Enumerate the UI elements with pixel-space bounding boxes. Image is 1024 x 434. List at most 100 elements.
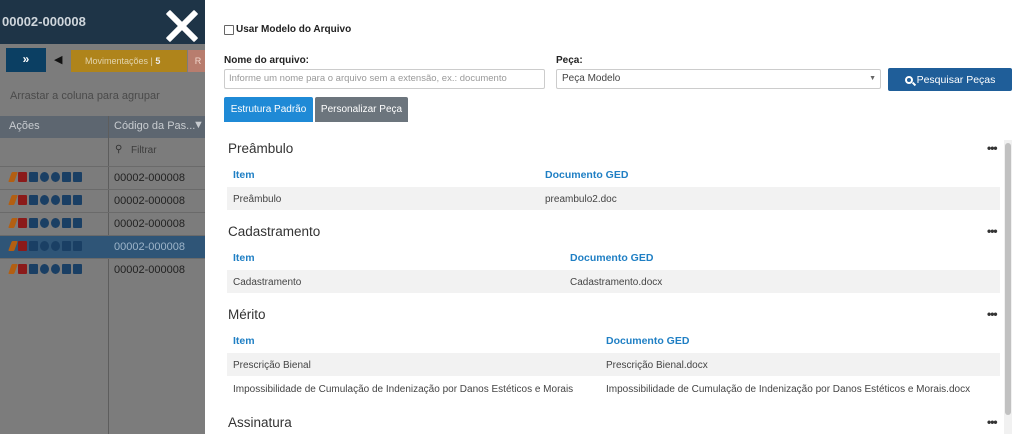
section-title: Assinatura — [228, 415, 292, 430]
file-icon[interactable] — [73, 264, 82, 274]
tab-r[interactable]: R — [188, 50, 205, 72]
clock-icon[interactable] — [51, 241, 60, 251]
calendar-icon[interactable] — [29, 218, 38, 228]
column-item: Item — [233, 335, 255, 347]
item-cell: Cadastramento — [233, 277, 302, 288]
file-icon[interactable] — [73, 172, 82, 182]
collapse-caret-icon[interactable]: ◀ — [54, 53, 62, 66]
doc-cell: Impossibilidade de Cumulação de Indeniza… — [606, 384, 971, 395]
dropdown-arrow-icon: ▼ — [869, 75, 876, 82]
table-row[interactable]: 00002-000008 — [0, 212, 205, 235]
pencil-icon[interactable] — [8, 218, 18, 228]
table-row[interactable]: 00002-000008 — [0, 258, 205, 281]
scrollbar-thumb[interactable] — [1005, 143, 1011, 415]
more-icon[interactable]: ••• — [987, 141, 998, 155]
item-cell: Impossibilidade de Cumulação de Indeniza… — [233, 384, 574, 395]
pencil-icon[interactable] — [8, 264, 18, 274]
calendar-icon[interactable] — [29, 241, 38, 251]
trash-icon[interactable] — [18, 241, 27, 251]
more-icon[interactable]: ••• — [987, 307, 998, 321]
tab-movimentacoes[interactable]: Movimentações | 5 — [71, 50, 187, 72]
user-icon[interactable] — [40, 241, 49, 251]
pencil-icon[interactable] — [8, 241, 18, 251]
cloud-icon[interactable] — [62, 218, 71, 228]
grid-header: Ações Código da Pas... ▼ — [0, 116, 205, 138]
pencil-icon[interactable] — [8, 195, 18, 205]
background-app: 00002-000008 » ◀ Movimentações | 5 R Arr… — [0, 0, 205, 434]
item-cell: Prescrição Bienal — [233, 360, 311, 371]
peca-select-value: Peça Modelo — [562, 73, 621, 84]
column-codigo[interactable]: Código da Pas... — [114, 120, 195, 132]
close-icon[interactable] — [160, 4, 204, 48]
search-icon: ⚲ — [115, 144, 123, 155]
trash-icon[interactable] — [18, 264, 27, 274]
search-pecas-button[interactable]: Pesquisar Peças — [888, 68, 1012, 91]
file-icon[interactable] — [73, 195, 82, 205]
expand-button[interactable]: » — [6, 48, 46, 72]
app-toolbar: » ◀ Movimentações | 5 R — [4, 48, 205, 74]
peca-select[interactable]: Peça Modelo ▼ — [556, 69, 881, 89]
column-item: Item — [233, 252, 255, 264]
tab-estrutura-padrao[interactable]: Estrutura Padrão — [224, 97, 313, 122]
pencil-icon[interactable] — [8, 172, 18, 182]
doc-cell: Prescrição Bienal.docx — [606, 360, 708, 371]
use-template-option[interactable]: Usar Modelo do Arquivo — [224, 24, 351, 35]
row-code: 00002-000008 — [114, 172, 185, 184]
cloud-icon[interactable] — [62, 172, 71, 182]
doc-cell: Cadastramento.docx — [570, 277, 663, 288]
grid-filter-input[interactable]: Filtrar — [131, 145, 157, 156]
more-icon[interactable]: ••• — [987, 224, 998, 238]
row-code: 00002-000008 — [114, 264, 185, 276]
calendar-icon[interactable] — [29, 195, 38, 205]
app-header-title: 00002-000008 — [2, 14, 86, 29]
file-icon[interactable] — [73, 241, 82, 251]
file-name-input[interactable]: Informe um nome para o arquivo sem a ext… — [224, 69, 545, 89]
row-code: 00002-000008 — [114, 195, 185, 207]
calendar-icon[interactable] — [29, 264, 38, 274]
user-icon[interactable] — [40, 195, 49, 205]
calendar-icon[interactable] — [29, 172, 38, 182]
row-code: 00002-000008 — [114, 241, 185, 253]
peca-label: Peça: — [556, 55, 583, 66]
user-icon[interactable] — [40, 172, 49, 182]
tab-movimentacoes-count: 5 — [155, 56, 161, 66]
user-icon[interactable] — [40, 218, 49, 228]
row-actions — [8, 241, 82, 253]
clock-icon[interactable] — [51, 264, 60, 274]
filter-icon[interactable]: ▼ — [193, 119, 204, 131]
item-cell: Preâmbulo — [233, 194, 282, 205]
table-row[interactable]: 00002-000008 — [0, 189, 205, 212]
use-template-label: Usar Modelo do Arquivo — [236, 24, 352, 35]
grid-filter-row[interactable]: ⚲ Filtrar — [109, 140, 205, 162]
clock-icon[interactable] — [51, 195, 60, 205]
section-title: Preâmbulo — [228, 141, 294, 156]
row-code: 00002-000008 — [114, 218, 185, 230]
row-actions — [8, 218, 82, 230]
trash-icon[interactable] — [18, 172, 27, 182]
clock-icon[interactable] — [51, 218, 60, 228]
tab-personalizar-peca[interactable]: Personalizar Peça — [315, 97, 408, 122]
column-documento: Documento GED — [606, 335, 690, 347]
cloud-icon[interactable] — [62, 195, 71, 205]
trash-icon[interactable] — [18, 218, 27, 228]
row-actions — [8, 195, 82, 207]
doc-cell: preambulo2.doc — [545, 194, 617, 205]
more-icon[interactable]: ••• — [987, 415, 998, 429]
column-acoes[interactable]: Ações — [9, 120, 40, 132]
column-item: Item — [233, 169, 255, 181]
file-name-label: Nome do arquivo: — [224, 55, 310, 66]
user-icon[interactable] — [40, 264, 49, 274]
cloud-icon[interactable] — [62, 241, 71, 251]
clock-icon[interactable] — [51, 172, 60, 182]
use-template-checkbox[interactable] — [224, 24, 234, 35]
row-actions — [8, 264, 82, 276]
file-icon[interactable] — [73, 218, 82, 228]
trash-icon[interactable] — [18, 195, 27, 205]
column-documento: Documento GED — [570, 252, 654, 264]
search-icon — [904, 75, 913, 84]
cloud-icon[interactable] — [62, 264, 71, 274]
table-row[interactable]: 00002-000008 — [0, 166, 205, 189]
section-title: Cadastramento — [228, 224, 321, 239]
table-row-selected[interactable]: 00002-000008 — [0, 235, 205, 258]
search-pecas-label: Pesquisar Peças — [916, 73, 996, 86]
